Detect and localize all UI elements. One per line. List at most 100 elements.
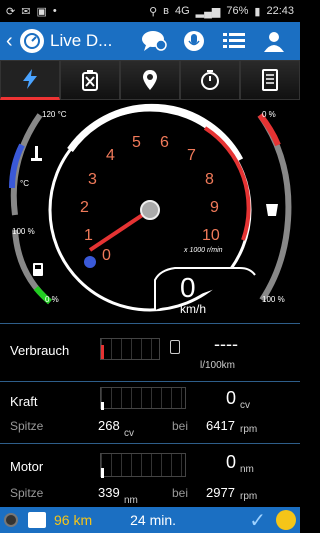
location-status-icon: ⚲: [149, 5, 158, 18]
consumption-bar: [101, 345, 104, 359]
right-bottom-label: 100 %: [262, 295, 285, 304]
microphone-button[interactable]: [174, 25, 214, 57]
lightning-icon: [23, 69, 37, 89]
rpm-tick: 8: [205, 171, 214, 188]
engine-at-unit: rpm: [240, 491, 258, 502]
speed-unit: km/h: [180, 302, 206, 316]
engine-label: Motor: [10, 459, 44, 474]
rpm-tick: 5: [132, 134, 141, 151]
battery-percent: 76%: [226, 5, 249, 17]
fuel-can-small-icon: [170, 340, 180, 354]
profile-button[interactable]: [254, 25, 294, 57]
tab-fuel[interactable]: [60, 60, 120, 100]
engine-value: 0: [226, 452, 237, 472]
tab-timer[interactable]: [180, 60, 240, 100]
gauge-panel: 120 °C °C 100 % 0 % 0 % 100 % 0 1 2 3 4 …: [9, 103, 292, 316]
signal-icon: ▂▄▆: [195, 5, 221, 18]
rpm-tick: 1: [84, 227, 93, 244]
power-peak-unit: cv: [124, 428, 134, 439]
page-title: Live D...: [50, 31, 113, 50]
rpm-tick: 0: [102, 247, 111, 264]
tab-log[interactable]: [240, 60, 300, 100]
engine-histogram: [100, 453, 186, 478]
power-value: 0: [226, 388, 237, 408]
rpm-tick: 10: [202, 227, 220, 244]
consumption-unit: l/100km: [200, 360, 236, 371]
bottom-bar: 96 km 24 min. ✓: [0, 507, 300, 533]
rpm-tick: 4: [106, 147, 115, 164]
engine-at-value: 2977: [206, 485, 235, 500]
fuel-top-label: 100 %: [12, 227, 35, 236]
power-at-value: 6417: [206, 418, 235, 433]
power-histogram: [100, 387, 186, 410]
power-peak-value: 268: [98, 418, 120, 433]
image-icon: ▣: [36, 5, 47, 18]
fuel-bottom-label: 0 %: [45, 295, 59, 304]
power-peak-label: Spitze: [10, 419, 44, 433]
back-button[interactable]: ‹: [6, 30, 20, 53]
fuel-station-icon: [28, 512, 46, 528]
rpm-tick: 2: [80, 199, 89, 216]
fuel-can-icon: [82, 70, 98, 91]
chat-info-button[interactable]: [134, 25, 174, 57]
power-at-unit: rpm: [240, 424, 258, 435]
record-icon[interactable]: [4, 513, 18, 527]
list-button[interactable]: [214, 25, 254, 57]
power-label: Kraft: [10, 394, 38, 409]
coolant-temp-icon: [31, 146, 42, 161]
smiley-icon[interactable]: [276, 510, 296, 530]
tab-bar: [0, 60, 300, 100]
rpm-unit-label: x 1000 r/min: [183, 247, 223, 254]
fuel-pump-icon: [33, 263, 43, 276]
right-gauge-level: [257, 113, 281, 147]
rpm-tick: 3: [88, 171, 97, 188]
sync-icon: ⟳: [6, 5, 16, 18]
needle-hub: [140, 200, 160, 220]
map-pin-icon: [143, 70, 157, 90]
duration-value: 24 min.: [130, 512, 177, 528]
bluetooth-icon: ʙ: [163, 5, 169, 17]
speed-limit-knob: [84, 256, 96, 268]
document-icon: [262, 69, 278, 91]
power-at-label: bei: [172, 419, 189, 433]
status-bar: ⟳ ✉ ▣ • ⚲ ʙ 4G ▂▄▆ 76% ▮ 22:43: [0, 0, 300, 22]
temp-top-label: 120 °C: [42, 110, 67, 119]
temp-bottom-label: °C: [20, 179, 29, 188]
fuel-arc: [12, 229, 52, 305]
battery-icon: ▮: [254, 5, 261, 18]
speed-value: 0: [180, 272, 196, 303]
consumption-label: Verbrauch: [10, 343, 70, 358]
app-logo-icon: [20, 29, 44, 53]
user-icon: [264, 32, 284, 52]
rpm-tick: 7: [187, 147, 196, 164]
power-bar: [101, 402, 104, 410]
consumption-row: Verbrauch ---- l/100km: [0, 323, 300, 381]
chat-bubble-icon: [142, 31, 167, 51]
tab-dashboard[interactable]: [0, 60, 60, 100]
right-top-label: 0 %: [262, 110, 276, 119]
engine-peak-value: 339: [98, 485, 120, 500]
clock: 22:43: [266, 5, 294, 17]
engine-row: Motor 0 nm Spitze 339 nm bei 2977 rpm: [0, 443, 300, 507]
engine-peak-unit: nm: [124, 495, 138, 506]
power-row: Kraft 0 cv Spitze 268 cv bei 6417 rpm: [0, 381, 300, 443]
microphone-icon: [184, 31, 204, 51]
stopwatch-icon: [201, 70, 219, 90]
consumption-value: ----: [214, 334, 238, 354]
rpm-tick: 6: [160, 134, 169, 151]
engine-bar: [101, 468, 104, 478]
confirm-button[interactable]: ✓: [249, 508, 266, 533]
app-bar: ‹ Live D...: [0, 22, 300, 60]
engine-unit: nm: [240, 464, 254, 475]
power-unit: cv: [240, 400, 250, 411]
engine-at-label: bei: [172, 486, 189, 500]
list-icon: [223, 33, 245, 48]
engine-peak-label: Spitze: [10, 486, 44, 500]
network-label: 4G: [174, 5, 190, 17]
consumption-histogram: [100, 338, 160, 360]
notification-icon: ✉: [21, 5, 31, 18]
tab-location[interactable]: [120, 60, 180, 100]
more-notifications-icon: •: [52, 5, 57, 17]
rpm-tick: 9: [210, 199, 219, 216]
distance-value: 96 km: [54, 512, 93, 528]
